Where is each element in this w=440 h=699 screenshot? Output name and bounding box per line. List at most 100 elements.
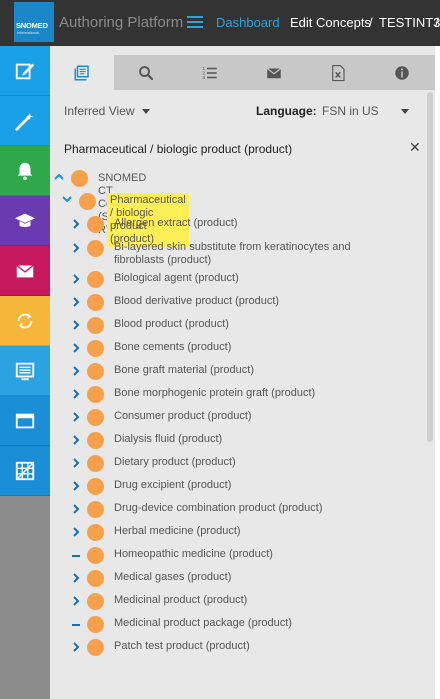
language-label: Language:: [256, 104, 317, 118]
chevron-right-icon[interactable]: [71, 273, 81, 285]
tab-search[interactable]: [114, 55, 178, 90]
tree-node-label[interactable]: Bone cements (product): [114, 341, 384, 354]
concept-status-dot: [87, 455, 104, 472]
chevron-down-icon[interactable]: [401, 109, 409, 114]
chevron-right-icon[interactable]: [71, 342, 81, 354]
tree-node-label[interactable]: Dietary product (product): [114, 456, 384, 469]
panel-tabs: 123: [50, 55, 435, 90]
tree-node-label[interactable]: Patch test product (product): [114, 640, 384, 653]
tree-node-label[interactable]: Medicinal product package (product): [114, 617, 384, 630]
tab-info[interactable]: [370, 55, 434, 90]
excel-file-icon: [332, 64, 345, 81]
tree-node-label[interactable]: Biological agent (product): [114, 272, 384, 285]
chevron-right-icon[interactable]: [71, 595, 81, 607]
chevron-down-icon[interactable]: [62, 193, 72, 205]
logo-subtext: International: [17, 30, 40, 35]
concept-status-dot: [87, 294, 104, 311]
tree-node-label[interactable]: Homeopathic medicine (product): [114, 548, 384, 561]
view-dropdown[interactable]: Inferred View: [64, 104, 151, 118]
tree-node-label[interactable]: Medicinal product (product): [114, 594, 384, 607]
magic-wand-icon: [15, 112, 34, 131]
concept-status-dot: [87, 432, 104, 449]
scrollbar-thumb[interactable]: [427, 92, 433, 442]
concept-status-dot: [87, 524, 104, 541]
list-box-icon: [15, 362, 35, 380]
chevron-up-icon[interactable]: [54, 171, 64, 183]
grid-icon: [15, 461, 35, 480]
chevron-right-icon[interactable]: [71, 388, 81, 400]
tree-node-label[interactable]: Bi-layered skin substitute from keratino…: [114, 241, 384, 267]
tab-messages[interactable]: [242, 55, 306, 90]
sidebar-grid-button[interactable]: [0, 446, 50, 496]
app-title: Authoring Platform: [59, 14, 184, 31]
chevron-right-icon[interactable]: [71, 411, 81, 423]
tab-taxonomy[interactable]: [50, 55, 114, 90]
sync-icon: [17, 313, 33, 328]
chevron-right-icon[interactable]: [71, 218, 81, 230]
tab-saved-list[interactable]: 123: [178, 55, 242, 90]
tree-node-label[interactable]: Bone morphogenic protein graft (product): [114, 387, 384, 400]
language-dropdown[interactable]: FSN in US: [322, 104, 379, 118]
tree-node-label[interactable]: Bone graft material (product): [114, 364, 384, 377]
sidebar-edit-button[interactable]: [0, 46, 50, 96]
chevron-right-icon[interactable]: [71, 480, 81, 492]
sidebar-training-button[interactable]: [0, 196, 50, 246]
breadcrumb-edit-concepts[interactable]: Edit Concepts: [290, 15, 371, 30]
chevron-right-icon[interactable]: [71, 503, 81, 515]
tree-node-label[interactable]: Blood derivative product (product): [114, 295, 384, 308]
concept-status-dot: [87, 386, 104, 403]
search-icon: [139, 65, 154, 80]
concept-status-dot: [87, 639, 104, 656]
tab-batch-file[interactable]: [306, 55, 370, 90]
info-icon: [395, 65, 409, 80]
chevron-right-icon[interactable]: [71, 641, 81, 653]
concept-status-dot: [87, 616, 104, 633]
chevron-right-icon[interactable]: [71, 572, 81, 584]
focus-concept-title: Pharmaceutical / biologic product (produ…: [64, 142, 293, 156]
chevron-right-icon[interactable]: [71, 319, 81, 331]
chevron-right-icon[interactable]: [71, 296, 81, 308]
tree-node-label[interactable]: Drug-device combination product (product…: [114, 502, 384, 515]
sidebar-messages-button[interactable]: [0, 246, 50, 296]
chevron-right-icon[interactable]: [71, 365, 81, 377]
breadcrumb-branch[interactable]: TESTINT3: [379, 15, 440, 30]
leaf-dash-icon: [72, 624, 80, 626]
menu-icon[interactable]: [187, 16, 203, 29]
sidebar-notifications-button[interactable]: [0, 146, 50, 196]
concept-status-dot: [87, 547, 104, 564]
concept-status-dot: [87, 593, 104, 610]
sidebar-browser-button[interactable]: [0, 396, 50, 446]
chevron-right-icon[interactable]: [71, 457, 81, 469]
browser-window-icon: [15, 413, 35, 428]
top-bar: SNOMED International Authoring Platform …: [0, 0, 440, 46]
concept-status-dot: [87, 363, 104, 380]
sidebar-sync-button[interactable]: [0, 296, 50, 346]
leaf-dash-icon: [72, 555, 80, 557]
concept-status-dot: [71, 170, 88, 187]
close-icon[interactable]: ✕: [409, 139, 421, 156]
dashboard-link[interactable]: Dashboard: [216, 15, 280, 30]
concept-status-dot: [87, 216, 104, 233]
tree-node-label[interactable]: Consumer product (product): [114, 410, 384, 423]
tree-node-label[interactable]: Allergen extract (product): [114, 217, 384, 230]
panel-edge: [435, 46, 440, 699]
bell-icon: [17, 162, 33, 180]
chevron-right-icon[interactable]: [71, 434, 81, 446]
chevron-right-icon[interactable]: [71, 526, 81, 538]
snomed-logo[interactable]: SNOMED International: [14, 2, 54, 42]
concept-status-dot: [87, 240, 104, 257]
tree-node-label[interactable]: Medical gases (product): [114, 571, 384, 584]
concept-status-dot: [79, 193, 96, 210]
sidebar-magic-button[interactable]: [0, 96, 50, 146]
tree-node-label[interactable]: Herbal medicine (product): [114, 525, 384, 538]
tree-node-label[interactable]: Drug excipient (product): [114, 479, 384, 492]
tree-node-label[interactable]: Blood product (product): [114, 318, 384, 331]
chevron-down-icon: [142, 109, 151, 115]
sidebar-list-button[interactable]: [0, 346, 50, 396]
breadcrumb-separator: /: [369, 15, 373, 30]
chevron-right-icon[interactable]: [71, 242, 81, 254]
tree-node-label[interactable]: Dialysis fluid (product): [114, 433, 384, 446]
left-sidebar: [0, 46, 50, 699]
envelope-icon: [16, 264, 34, 277]
svg-text:3: 3: [203, 75, 206, 80]
